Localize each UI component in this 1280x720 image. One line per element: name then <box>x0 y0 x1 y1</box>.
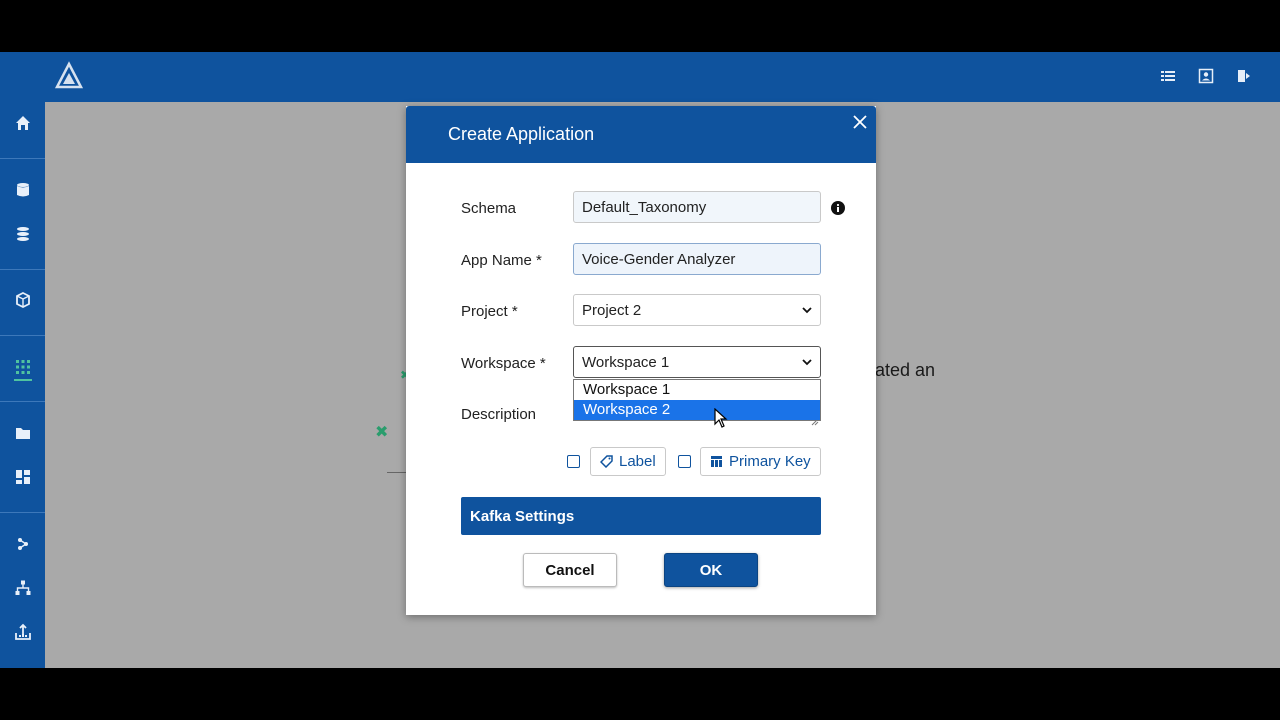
dashboard-icon[interactable] <box>14 468 32 486</box>
label-button[interactable]: Label <box>590 447 666 476</box>
description-label: Description <box>461 406 537 423</box>
top-bar <box>0 52 1280 102</box>
schema-field: Default_Taxonomy <box>573 191 821 223</box>
app-name-label: App Name * <box>461 252 542 269</box>
kafka-settings-section[interactable]: Kafka Settings <box>461 497 821 535</box>
workspace-label: Workspace * <box>461 355 546 372</box>
grid-icon[interactable] <box>14 358 32 376</box>
workspace-option-highlighted[interactable]: Workspace 2 <box>574 400 820 420</box>
app-logo-icon[interactable] <box>54 61 84 91</box>
workspace-value: Workspace 1 <box>582 353 670 371</box>
primary-key-button-text: Primary Key <box>729 453 811 470</box>
dialog-header: Create Application <box>406 106 876 163</box>
label-button-text: Label <box>619 453 656 470</box>
schema-value: Default_Taxonomy <box>582 198 707 216</box>
info-icon[interactable] <box>831 201 845 215</box>
background-divider <box>387 472 407 473</box>
app-name-value: Voice-Gender Analyzer <box>582 250 736 268</box>
list-icon[interactable] <box>1160 68 1176 84</box>
ok-button[interactable]: OK <box>664 553 758 587</box>
close-icon[interactable] <box>852 114 868 130</box>
cube-icon[interactable] <box>14 291 32 309</box>
chevron-down-icon <box>802 359 812 366</box>
workspace-select[interactable]: Workspace 1 <box>573 346 821 378</box>
project-label: Project * <box>461 303 518 320</box>
cancel-button[interactable]: Cancel <box>523 553 617 587</box>
user-profile-icon[interactable] <box>1198 68 1214 84</box>
schema-label: Schema <box>461 200 517 217</box>
app-name-input[interactable]: Voice-Gender Analyzer <box>573 243 821 275</box>
database-icon[interactable] <box>14 181 32 199</box>
create-application-dialog: Create Application Schema Default_Taxono… <box>406 106 876 615</box>
sidebar <box>0 102 45 668</box>
table-icon <box>711 456 722 467</box>
dialog-title: Create Application <box>448 124 595 144</box>
kafka-settings-label: Kafka Settings <box>470 507 575 525</box>
background-close-icon: ✖ <box>375 424 389 441</box>
label-checkbox[interactable] <box>567 455 580 468</box>
workspace-option[interactable]: Workspace 1 <box>574 380 820 400</box>
project-select[interactable]: Project 2 <box>573 294 821 326</box>
network-icon[interactable] <box>14 579 32 597</box>
mouse-cursor-icon <box>714 408 728 428</box>
logout-icon[interactable] <box>1236 68 1252 84</box>
home-icon[interactable] <box>14 114 32 132</box>
export-icon[interactable] <box>14 623 32 641</box>
background-message: ated an <box>875 360 936 380</box>
stack-icon[interactable] <box>14 225 32 243</box>
primary-key-checkbox[interactable] <box>678 455 691 468</box>
primary-key-button[interactable]: Primary Key <box>700 447 821 476</box>
folder-icon[interactable] <box>14 424 32 442</box>
workspace-dropdown: Workspace 1 Workspace 2 <box>573 379 821 421</box>
project-value: Project 2 <box>582 301 642 319</box>
flow-icon[interactable] <box>14 535 32 553</box>
tag-icon <box>600 455 613 468</box>
chevron-down-icon <box>802 307 812 314</box>
